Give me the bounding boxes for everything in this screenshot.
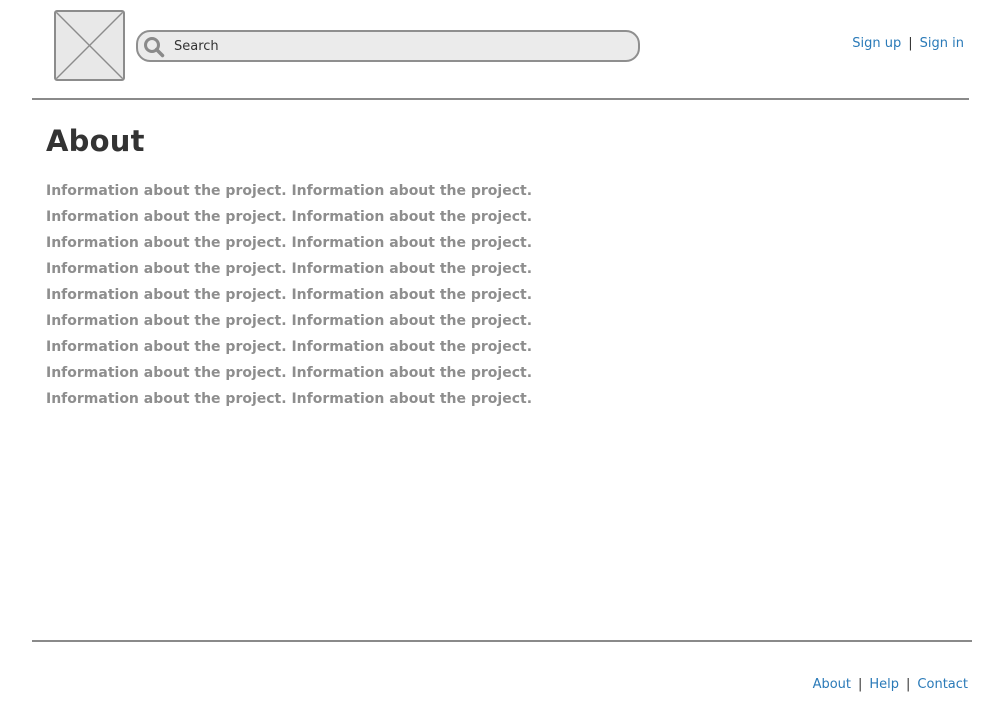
auth-separator: |	[908, 36, 913, 51]
page: Sign up | Sign in About Information about …	[0, 0, 992, 722]
sign-up-link[interactable]: Sign up	[852, 36, 901, 51]
search-input[interactable]	[174, 32, 614, 60]
footer-link-contact[interactable]: Contact	[917, 677, 968, 692]
sign-in-link[interactable]: Sign in	[920, 36, 964, 51]
footer-separator: |	[858, 677, 863, 692]
logo-placeholder[interactable]	[54, 10, 125, 81]
search-box[interactable]	[136, 30, 640, 62]
about-text: Information about the project. Informati…	[46, 183, 533, 407]
header-divider	[32, 98, 969, 100]
image-placeholder-icon	[56, 12, 123, 79]
search-icon[interactable]	[143, 36, 165, 58]
footer-links: About | Help | Contact	[813, 677, 968, 692]
auth-links: Sign up | Sign in	[852, 36, 964, 51]
footer-divider	[32, 640, 972, 642]
footer-link-about[interactable]: About	[813, 677, 851, 692]
page-title: About	[46, 124, 145, 158]
footer-link-help[interactable]: Help	[869, 677, 899, 692]
footer-separator: |	[906, 677, 911, 692]
